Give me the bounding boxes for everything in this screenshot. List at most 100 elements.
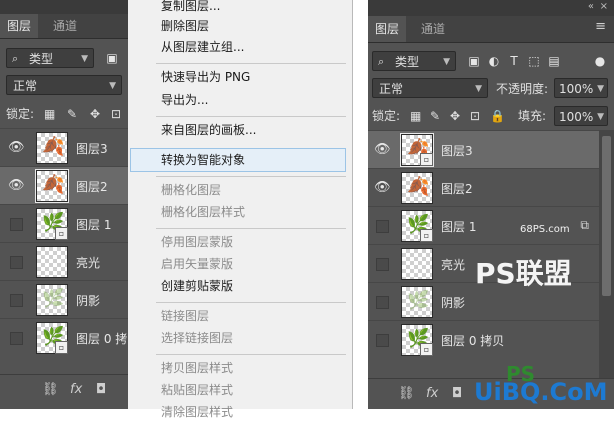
link-icon[interactable]: ⛓	[398, 386, 415, 401]
menu-item-export-as[interactable]: 导出为...	[128, 89, 352, 111]
opacity-label: 不透明度:	[496, 82, 549, 96]
lock-paint-icon[interactable]: ✎	[67, 104, 77, 124]
eye-icon[interactable]: 👁	[374, 143, 391, 157]
visibility-toggle[interactable]	[376, 258, 389, 271]
layer-name: 图层2	[441, 182, 473, 196]
eye-icon[interactable]: 👁	[8, 179, 25, 193]
layer-filter-dropdown[interactable]: ⌕ 类型 ▼	[372, 51, 456, 71]
scrollbar-thumb[interactable]	[602, 136, 611, 296]
menu-item-paste-layer-style[interactable]: 粘贴图层样式	[128, 379, 352, 401]
fx-icon[interactable]: fx	[70, 382, 82, 397]
menu-item-copy-layer-style[interactable]: 拷贝图层样式	[128, 357, 352, 379]
lock-all-icon[interactable]: 🔒	[490, 106, 505, 126]
visibility-toggle[interactable]	[10, 218, 23, 231]
visibility-toggle[interactable]	[376, 296, 389, 309]
chevron-down-icon: ▼	[597, 84, 604, 94]
link-icon[interactable]: ⛓	[42, 382, 59, 397]
tab-channels[interactable]: 通道	[414, 16, 452, 42]
panel-menu-icon[interactable]: ≡	[595, 19, 606, 34]
mask-icon[interactable]: ◘	[96, 382, 106, 397]
layer-row[interactable]: 🌿 ▫ 图层 0 拷	[0, 318, 128, 356]
layer-name: 阴影	[441, 296, 466, 310]
filter-label: 类型	[29, 52, 54, 66]
layer-row[interactable]: 🌿 阴影	[0, 280, 128, 318]
adjustment-filter-icon[interactable]: ◐	[486, 51, 502, 71]
right-tab-bar: 图层 通道 ≡	[368, 16, 614, 43]
fill-label: 填充:	[518, 109, 547, 123]
close-icon[interactable]: ×	[600, 1, 608, 12]
tab-layers[interactable]: 图层	[368, 16, 407, 42]
eye-icon[interactable]: 👁	[8, 141, 25, 155]
collapse-icon[interactable]: «	[588, 1, 594, 12]
layer-name: 图层 1	[441, 220, 477, 234]
visibility-toggle[interactable]	[10, 332, 23, 345]
menu-item-disable-layer-mask[interactable]: 停用图层蒙版	[128, 231, 352, 253]
lock-position-icon[interactable]: ✥	[90, 104, 100, 124]
menu-item-quick-export-png[interactable]: 快速导出为 PNG	[128, 66, 352, 88]
menu-item-artboard-from-layers[interactable]: 来自图层的画板...	[128, 119, 352, 141]
chevron-down-icon: ▼	[109, 81, 116, 91]
menu-item-clear-layer-style[interactable]: 清除图层样式	[128, 401, 352, 423]
filter-label: 类型	[395, 55, 420, 69]
filter-toggle-icon[interactable]: ●	[592, 51, 608, 71]
chevron-down-icon: ▼	[597, 112, 604, 122]
lock-label: 锁定:	[6, 107, 35, 121]
layer-filter-dropdown[interactable]: ⌕ 类型 ▼	[6, 48, 94, 68]
layer-thumbnail: 🍂	[401, 172, 433, 204]
lock-transparent-icon[interactable]: ▦	[44, 104, 55, 124]
lock-artboard-icon[interactable]: ⊡	[111, 104, 121, 124]
menu-separator	[156, 228, 346, 229]
fx-icon[interactable]: fx	[426, 386, 438, 401]
smart-object-icon: ▫	[55, 341, 68, 354]
blend-mode-dropdown[interactable]: 正常 ▼	[372, 78, 488, 98]
layer-name: 图层3	[76, 142, 108, 156]
menu-item-rasterize-layer[interactable]: 栅格化图层	[128, 179, 352, 201]
visibility-toggle[interactable]	[10, 256, 23, 269]
layer-list-scrollbar[interactable]	[599, 130, 614, 378]
menu-item-enable-vector-mask[interactable]: 启用矢量蒙版	[128, 253, 352, 275]
layer-thumbnail: 🌿 ▫	[36, 208, 68, 240]
smart-object-filter-icon[interactable]: ▤	[546, 51, 562, 71]
layer-row[interactable]: 👁 🍂 图层3	[0, 128, 128, 166]
layer-row[interactable]: 🌿 ▫ 图层 1	[0, 204, 128, 242]
lock-row: 锁定: ▦ ✎ ✥ ⊡	[0, 104, 128, 124]
layer-name: 图层3	[441, 144, 473, 158]
blend-mode-value: 正常	[379, 82, 404, 96]
visibility-toggle[interactable]	[376, 220, 389, 233]
chevron-down-icon: ▼	[443, 57, 450, 67]
tab-layers[interactable]: 图层	[0, 14, 39, 38]
menu-item-rasterize-layer-style[interactable]: 栅格化图层样式	[128, 201, 352, 223]
fill-input[interactable]: 100% ▼	[554, 106, 608, 126]
shadow-art-icon: 🌿	[407, 290, 430, 311]
opacity-input[interactable]: 100% ▼	[554, 78, 608, 98]
menu-item-convert-to-smart-object[interactable]: 转换为智能对象	[130, 148, 346, 172]
pixel-filter-icon[interactable]: ▣	[466, 51, 482, 71]
pixel-filter-icon[interactable]: ▣	[104, 48, 120, 68]
menu-item-group-from-layers[interactable]: 从图层建立组...	[128, 36, 352, 58]
eye-icon[interactable]: 👁	[374, 181, 391, 195]
lock-position-icon[interactable]: ✥	[450, 106, 460, 126]
visibility-toggle[interactable]	[376, 334, 389, 347]
blend-mode-dropdown[interactable]: 正常 ▼	[6, 75, 122, 95]
type-filter-icon[interactable]: T	[506, 51, 522, 71]
menu-item-delete-layer[interactable]: 删除图层	[128, 15, 352, 37]
layer-row[interactable]: 👁 🍂 ▫ 图层3	[368, 130, 599, 168]
smart-object-icon: ▫	[420, 153, 433, 166]
layer-row[interactable]: 👁 🍂 图层2	[0, 166, 128, 204]
lock-transparent-icon[interactable]: ▦	[410, 106, 421, 126]
layer-thumbnail: 🌿	[401, 286, 433, 318]
mask-icon[interactable]: ◘	[452, 386, 462, 401]
visibility-toggle[interactable]	[10, 294, 23, 307]
menu-item-select-linked-layers[interactable]: 选择链接图层	[128, 327, 352, 349]
layer-row[interactable]: 🌿 ▫ 图层 0 拷贝	[368, 320, 599, 358]
left-bottom-bar: ⛓ fx ◘	[0, 374, 128, 409]
layer-row[interactable]: 亮光	[0, 242, 128, 280]
lock-artboard-icon[interactable]: ⊡	[470, 106, 480, 126]
menu-item-create-clipping-mask[interactable]: 创建剪贴蒙版	[128, 275, 352, 297]
menu-item-link-layers[interactable]: 链接图层	[128, 305, 352, 327]
layer-row[interactable]: 👁 🍂 图层2	[368, 168, 599, 206]
lock-paint-icon[interactable]: ✎	[430, 106, 440, 126]
menu-separator	[156, 63, 346, 64]
tab-channels[interactable]: 通道	[46, 14, 84, 38]
shape-filter-icon[interactable]: ⬚	[526, 51, 542, 71]
